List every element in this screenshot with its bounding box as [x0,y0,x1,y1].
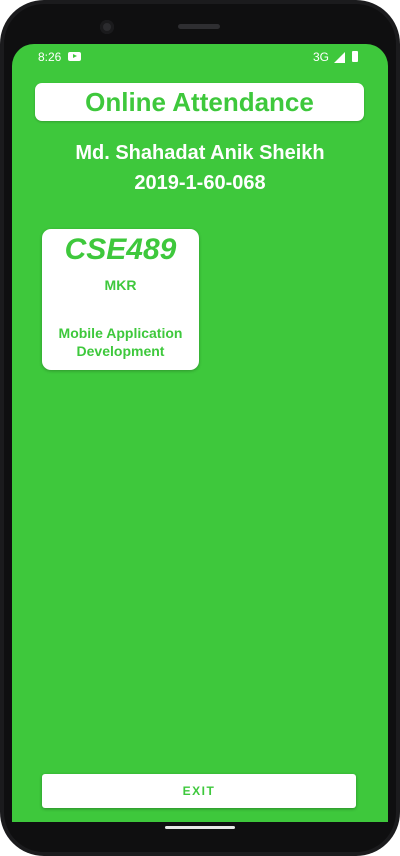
signal-icon [334,52,345,63]
app-screen: 8:26 3G Online Attendance Md. Shahadat A… [12,44,388,822]
course-code: CSE489 [64,233,177,266]
course-card[interactable]: CSE489 MKR Mobile Application Developmen… [42,229,199,370]
course-name: Mobile Application Development [58,325,183,359]
app-title: Online Attendance [35,83,364,121]
course-teacher: MKR [104,277,137,293]
navigation-bar [12,822,388,836]
exit-button[interactable]: EXIT [42,774,356,808]
front-camera-icon [100,20,114,34]
student-id: 2019-1-60-068 [134,172,266,194]
phone-frame: 8:26 3G Online Attendance Md. Shahadat A… [0,0,400,856]
student-name: Md. Shahadat Anik Sheikh [75,142,325,164]
home-indicator[interactable] [165,826,235,829]
battery-icon [352,51,358,62]
earpiece-speaker [178,24,220,29]
status-time: 8:26 [38,50,62,64]
network-type: 3G [313,50,330,64]
status-bar: 8:26 3G [12,44,388,70]
youtube-icon [68,52,81,61]
